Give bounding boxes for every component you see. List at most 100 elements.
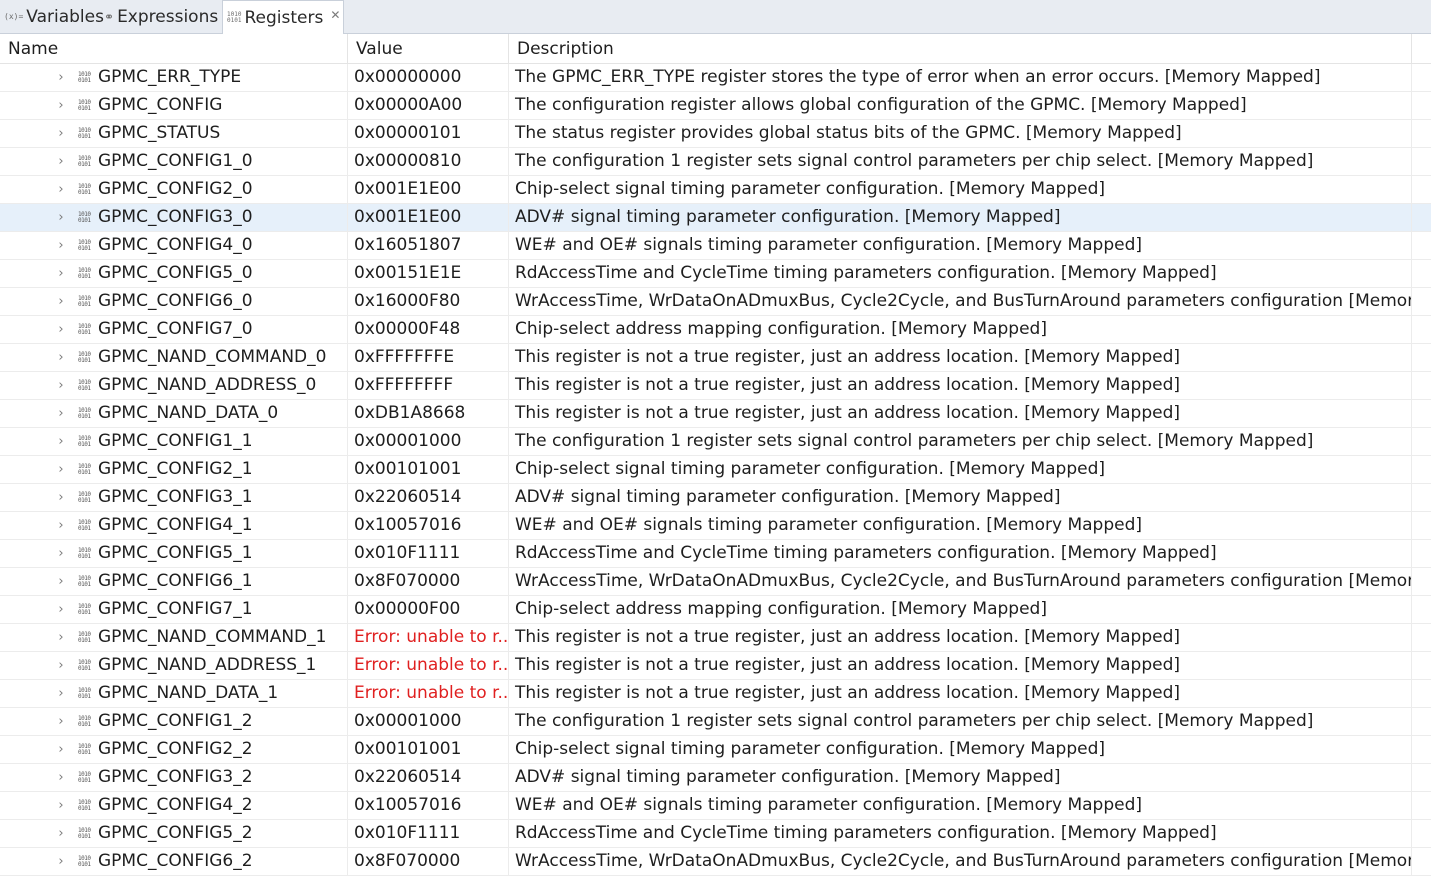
table-row[interactable]: › 1010 0101 GPMC_CONFIG3_0 0x001E1E00 ADV# si…: [0, 204, 1431, 232]
register-value[interactable]: 0x16000F80: [348, 288, 509, 315]
chevron-right-icon[interactable]: ›: [55, 120, 67, 147]
table-row[interactable]: › 1010 0101 GPMC_CONFIG2_2 0x00101001 Chip-se…: [0, 736, 1431, 764]
register-value[interactable]: 0x22060514: [348, 764, 509, 791]
chevron-right-icon[interactable]: ›: [55, 540, 67, 567]
chevron-right-icon[interactable]: ›: [55, 848, 67, 875]
register-value[interactable]: 0x00000F48: [348, 316, 509, 343]
chevron-right-icon[interactable]: ›: [55, 820, 67, 847]
table-row[interactable]: › 1010 0101 GPMC_CONFIG6_2 0x8F070000 WrAcces…: [0, 848, 1431, 876]
register-icon: 1010 0101: [78, 687, 91, 700]
register-value[interactable]: 0xDB1A8668: [348, 400, 509, 427]
register-value[interactable]: 0xFFFFFFFE: [348, 344, 509, 371]
chevron-right-icon[interactable]: ›: [55, 288, 67, 315]
register-value[interactable]: 0x00101001: [348, 736, 509, 763]
table-row[interactable]: › 1010 0101 GPMC_CONFIG5_1 0x010F1111 RdAcces…: [0, 540, 1431, 568]
register-description: WrAccessTime, WrDataOnADmuxBus, Cycle2Cy…: [509, 288, 1412, 315]
table-row[interactable]: › 1010 0101 GPMC_CONFIG1_1 0x00001000 The con…: [0, 428, 1431, 456]
table-row[interactable]: › 1010 0101 GPMC_CONFIG7_0 0x00000F48 Chip-se…: [0, 316, 1431, 344]
register-value[interactable]: 0x16051807: [348, 232, 509, 259]
chevron-right-icon[interactable]: ›: [55, 148, 67, 175]
table-row[interactable]: › 1010 0101 GPMC_STATUS 0x00000101 The status…: [0, 120, 1431, 148]
table-row[interactable]: › 1010 0101 GPMC_CONFIG2_0 0x001E1E00 Chip-se…: [0, 176, 1431, 204]
chevron-right-icon[interactable]: ›: [55, 652, 67, 679]
register-value[interactable]: 0x22060514: [348, 484, 509, 511]
register-value[interactable]: 0x00000101: [348, 120, 509, 147]
table-row[interactable]: › 1010 0101 GPMC_CONFIG6_1 0x8F070000 WrAcces…: [0, 568, 1431, 596]
register-value[interactable]: 0x001E1E00: [348, 204, 509, 231]
register-value[interactable]: 0x00001000: [348, 708, 509, 735]
chevron-right-icon[interactable]: ›: [55, 596, 67, 623]
chevron-right-icon[interactable]: ›: [55, 64, 67, 91]
chevron-right-icon[interactable]: ›: [55, 680, 67, 707]
chevron-right-icon[interactable]: ›: [55, 708, 67, 735]
register-value[interactable]: Error: unable to r...: [348, 680, 509, 707]
table-row[interactable]: › 1010 0101 GPMC_NAND_DATA_1 Error: unable t…: [0, 680, 1431, 708]
table-row[interactable]: › 1010 0101 GPMC_CONFIG4_1 0x10057016 WE# and…: [0, 512, 1431, 540]
table-row[interactable]: › 1010 0101 GPMC_CONFIG5_0 0x00151E1E RdAcces…: [0, 260, 1431, 288]
close-icon[interactable]: ✕: [330, 8, 340, 22]
register-value[interactable]: 0x00001000: [348, 428, 509, 455]
chevron-right-icon[interactable]: ›: [55, 400, 67, 427]
register-value[interactable]: 0x00000000: [348, 64, 509, 91]
chevron-right-icon[interactable]: ›: [55, 344, 67, 371]
register-value[interactable]: 0x001E1E00: [348, 176, 509, 203]
tab-variables[interactable]: (x)= Variables: [4, 0, 104, 34]
register-icon: 1010 0101: [78, 575, 91, 588]
register-value[interactable]: 0x8F070000: [348, 568, 509, 595]
register-value[interactable]: Error: unable to r...: [348, 624, 509, 651]
chevron-right-icon[interactable]: ›: [55, 764, 67, 791]
register-value[interactable]: Error: unable to r...: [348, 652, 509, 679]
table-row[interactable]: › 1010 0101 GPMC_ERR_TYPE 0x00000000 The GPMC…: [0, 64, 1431, 92]
chevron-right-icon[interactable]: ›: [55, 568, 67, 595]
table-row[interactable]: › 1010 0101 GPMC_CONFIG6_0 0x16000F80 WrAcces…: [0, 288, 1431, 316]
register-value[interactable]: 0x00000810: [348, 148, 509, 175]
chevron-right-icon[interactable]: ›: [55, 232, 67, 259]
column-header-name[interactable]: Name: [0, 34, 348, 64]
register-value[interactable]: 0x00151E1E: [348, 260, 509, 287]
chevron-right-icon[interactable]: ›: [55, 260, 67, 287]
table-row[interactable]: › 1010 0101 GPMC_CONFIG 0x00000A00 The config…: [0, 92, 1431, 120]
register-value[interactable]: 0x00000F00: [348, 596, 509, 623]
table-row[interactable]: › 1010 0101 GPMC_CONFIG4_2 0x10057016 WE# and…: [0, 792, 1431, 820]
register-value[interactable]: 0x8F070000: [348, 848, 509, 875]
table-row[interactable]: › 1010 0101 GPMC_CONFIG1_0 0x00000810 The con…: [0, 148, 1431, 176]
table-row[interactable]: › 1010 0101 GPMC_CONFIG3_2 0x22060514 ADV# si…: [0, 764, 1431, 792]
chevron-right-icon[interactable]: ›: [55, 92, 67, 119]
chevron-right-icon[interactable]: ›: [55, 512, 67, 539]
chevron-right-icon[interactable]: ›: [55, 372, 67, 399]
table-row[interactable]: › 1010 0101 GPMC_NAND_COMMAND_1 Error: unabl…: [0, 624, 1431, 652]
chevron-right-icon[interactable]: ›: [55, 316, 67, 343]
chevron-right-icon[interactable]: ›: [55, 484, 67, 511]
register-icon: 1010 0101: [78, 463, 91, 476]
table-row[interactable]: › 1010 0101 GPMC_NAND_COMMAND_0 0xFFFFFFFE Th…: [0, 344, 1431, 372]
table-row[interactable]: › 1010 0101 GPMC_CONFIG7_1 0x00000F00 Chip-se…: [0, 596, 1431, 624]
table-row[interactable]: › 1010 0101 GPMC_CONFIG4_0 0x16051807 WE# and…: [0, 232, 1431, 260]
chevron-right-icon[interactable]: ›: [55, 204, 67, 231]
register-value[interactable]: 0x00000A00: [348, 92, 509, 119]
column-header-description[interactable]: Description: [509, 34, 1412, 64]
register-value[interactable]: 0x010F1111: [348, 820, 509, 847]
register-name: GPMC_NAND_DATA_0: [98, 403, 279, 423]
table-row[interactable]: › 1010 0101 GPMC_CONFIG2_1 0x00101001 Chip-se…: [0, 456, 1431, 484]
tab-registers[interactable]: 1010 0101 Registers ✕: [222, 0, 344, 35]
register-value[interactable]: 0x10057016: [348, 792, 509, 819]
table-row[interactable]: › 1010 0101 GPMC_CONFIG3_1 0x22060514 ADV# si…: [0, 484, 1431, 512]
table-row[interactable]: › 1010 0101 GPMC_NAND_ADDRESS_1 Error: unabl…: [0, 652, 1431, 680]
chevron-right-icon[interactable]: ›: [55, 736, 67, 763]
chevron-right-icon[interactable]: ›: [55, 792, 67, 819]
table-row[interactable]: › 1010 0101 GPMC_CONFIG5_2 0x010F1111 RdAcces…: [0, 820, 1431, 848]
tab-expressions[interactable]: ⚭ Expressions: [104, 0, 220, 34]
chevron-right-icon[interactable]: ›: [55, 456, 67, 483]
register-icon: 1010 0101: [78, 407, 91, 420]
column-header-value[interactable]: Value: [348, 34, 509, 64]
chevron-right-icon[interactable]: ›: [55, 176, 67, 203]
chevron-right-icon[interactable]: ›: [55, 428, 67, 455]
table-row[interactable]: › 1010 0101 GPMC_NAND_ADDRESS_0 0xFFFFFFFF Th…: [0, 372, 1431, 400]
register-value[interactable]: 0xFFFFFFFF: [348, 372, 509, 399]
register-value[interactable]: 0x010F1111: [348, 540, 509, 567]
table-row[interactable]: › 1010 0101 GPMC_CONFIG1_2 0x00001000 The con…: [0, 708, 1431, 736]
chevron-right-icon[interactable]: ›: [55, 624, 67, 651]
register-value[interactable]: 0x10057016: [348, 512, 509, 539]
register-value[interactable]: 0x00101001: [348, 456, 509, 483]
table-row[interactable]: › 1010 0101 GPMC_NAND_DATA_0 0xDB1A8668 This …: [0, 400, 1431, 428]
